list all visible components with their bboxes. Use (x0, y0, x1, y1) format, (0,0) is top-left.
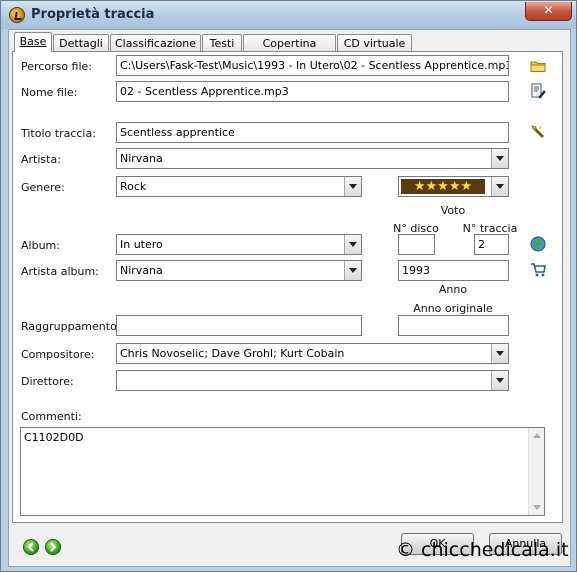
chevron-down-icon[interactable] (344, 235, 361, 254)
file-name-field[interactable]: 02 - Scentless Apprentice.mp3 (116, 81, 509, 102)
tab-classificazione[interactable]: Classificazione (110, 34, 201, 51)
globe-icon[interactable] (530, 236, 546, 252)
comments-textarea[interactable]: C1102D0D (20, 427, 545, 516)
conductor-label: Direttore: (21, 375, 74, 388)
composer-value: Chris Novoselic; Dave Grohl; Kurt Cobain (120, 347, 345, 360)
close-button[interactable]: ✕ (525, 2, 572, 21)
watermark: © chicchedicala.it (396, 539, 569, 561)
scroll-down-icon[interactable] (529, 428, 545, 515)
next-arrow-icon[interactable] (45, 539, 61, 555)
comments-label: Commenti: (21, 410, 82, 423)
file-path-field[interactable]: C:\Users\Fask-Test\Music\1993 - In Utero… (116, 55, 509, 76)
left-arrow-glyph (27, 542, 34, 552)
genre-label: Genere: (21, 181, 65, 194)
rating-label: Voto (440, 204, 466, 217)
disc-number-field[interactable] (398, 234, 435, 255)
year-label: Anno (438, 283, 468, 296)
chevron-down-icon[interactable] (491, 149, 508, 168)
original-year-label: Anno originale (413, 302, 493, 315)
year-field[interactable]: 1993 (398, 260, 509, 281)
chevron-down-icon[interactable] (344, 261, 361, 280)
tab-label: Classificazione (114, 37, 196, 50)
chevron-down-icon[interactable] (344, 177, 361, 196)
shopping-cart-icon[interactable] (530, 262, 546, 278)
tab-copertina-album[interactable]: Copertina album (243, 34, 336, 67)
dialog-client: Base Dettagli Classificazione Testi Cope… (8, 29, 571, 567)
album-artist-combo[interactable]: Nirvana (116, 260, 362, 281)
track-number-field[interactable]: 2 (474, 234, 509, 255)
artist-value: Nirvana (120, 152, 163, 165)
rating-stars: ★★★★★ (401, 179, 485, 194)
tab-label: Base (19, 35, 47, 48)
track-title-label: Titolo traccia: (21, 127, 96, 140)
album-label: Album: (21, 239, 60, 252)
album-artist-value: Nirvana (120, 264, 163, 277)
composer-combo[interactable]: Chris Novoselic; Dave Grohl; Kurt Cobain (116, 343, 509, 364)
conductor-combo[interactable] (116, 370, 509, 391)
album-artist-label: Artista album: (21, 265, 99, 278)
original-year-field[interactable] (398, 315, 509, 336)
comments-text: C1102D0D (24, 431, 84, 444)
comments-scrollbar[interactable] (528, 428, 544, 515)
composer-label: Compositore: (21, 348, 95, 361)
tab-testi[interactable]: Testi (202, 34, 242, 51)
genre-combo[interactable]: Rock (116, 176, 362, 197)
tab-base[interactable]: Base (14, 32, 52, 52)
artist-label: Artista: (21, 153, 61, 166)
tab-dettagli[interactable]: Dettagli (53, 34, 109, 51)
tab-label: Testi (209, 37, 235, 50)
tab-label: Dettagli (59, 37, 103, 50)
chevron-down-icon[interactable] (491, 177, 508, 196)
app-icon (9, 7, 25, 23)
chevron-down-icon[interactable] (491, 344, 508, 363)
magic-wand-icon[interactable] (530, 124, 546, 140)
tab-label: CD virtuale (343, 37, 406, 50)
grouping-label: Raggruppamento: (21, 320, 121, 333)
folder-icon[interactable] (530, 58, 546, 74)
album-combo[interactable]: In utero (116, 234, 362, 255)
window-title: Proprietà traccia (31, 7, 155, 22)
file-name-label: Nome file: (21, 86, 78, 99)
tab-panel-base: Percorso file: C:\Users\Fask-Test\Music\… (12, 51, 563, 523)
track-properties-window: Proprietà traccia ✕ Base Dettagli Classi… (0, 0, 577, 572)
right-arrow-glyph (50, 542, 57, 552)
file-path-label: Percorso file: (21, 60, 93, 73)
previous-arrow-icon[interactable] (23, 539, 39, 555)
chevron-down-icon[interactable] (491, 371, 508, 390)
album-value: In utero (120, 238, 163, 251)
artist-combo[interactable]: Nirvana (116, 148, 509, 169)
grouping-field[interactable] (116, 315, 362, 336)
rating-combo[interactable]: ★★★★★ (398, 176, 509, 197)
track-title-field[interactable]: Scentless apprentice (116, 122, 509, 143)
genre-value: Rock (120, 180, 147, 193)
title-bar[interactable]: Proprietà traccia ✕ (1, 1, 576, 29)
rename-icon[interactable] (530, 83, 546, 99)
tab-cd-virtuale[interactable]: CD virtuale (337, 34, 412, 51)
